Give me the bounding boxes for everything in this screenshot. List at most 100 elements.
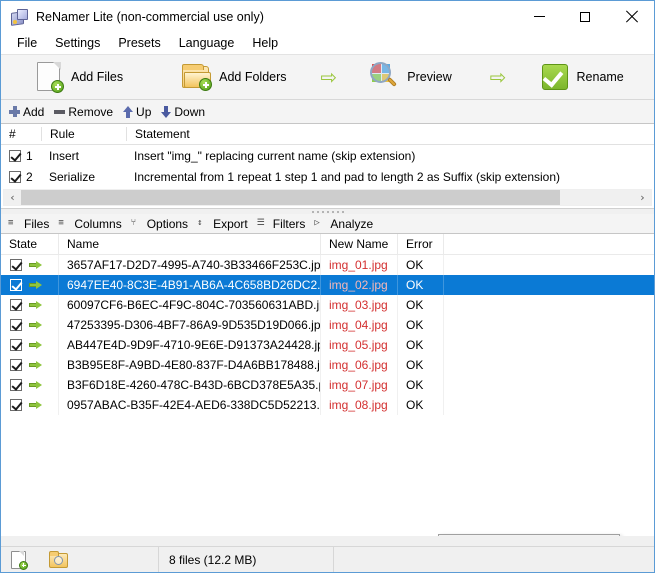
menu-help[interactable]: Help (243, 34, 287, 52)
rules-table-row[interactable]: 1 Insert Insert "img_" replacing current… (1, 145, 654, 166)
table-row[interactable]: 6947EE40-8C3E-4B91-AB6A-4C658BD26DC2.jpe… (1, 275, 654, 295)
rule-enabled-cell: 2 (1, 170, 41, 184)
table-row[interactable]: B3F6D18E-4260-478C-B43D-6BCD378E5A35.png… (1, 375, 654, 395)
title-bar: ReNamer Lite (non-commercial use only) (1, 1, 654, 32)
file-row-filler (444, 315, 654, 335)
preview-label: Preview (407, 70, 452, 84)
file-checkbox[interactable] (10, 379, 22, 391)
add-file-icon[interactable] (11, 550, 28, 570)
table-row[interactable]: B3B95E8F-A9BD-4E80-837F-D4A6BB178488.jpe… (1, 355, 654, 375)
table-row[interactable]: 3657AF17-D2D7-4995-A740-3B33466F253C.jpe… (1, 255, 654, 275)
flow-arrow-2-icon: ⇨ (489, 65, 507, 89)
file-header-error[interactable]: Error (398, 234, 444, 254)
rename-label: Rename (576, 70, 624, 84)
file-new-name: img_06.jpg (321, 355, 398, 375)
context-menu: Analyze Name ab| Edit New Name F2 Shell … (438, 534, 620, 536)
tab-files[interactable]: ≡ Files (6, 217, 56, 231)
rule-up-button[interactable]: Up (121, 105, 159, 119)
table-row[interactable]: 60097CF6-B6EC-4F9C-804C-703560631ABD.jpe… (1, 295, 654, 315)
rename-button[interactable]: Rename (535, 58, 630, 96)
file-new-name: img_08.jpg (321, 395, 398, 415)
options-icon: ⑂ (130, 218, 137, 228)
file-header-name[interactable]: Name (59, 234, 321, 254)
file-checkbox[interactable] (10, 299, 22, 311)
table-row[interactable]: AB447E4D-9D9F-4710-9E6E-D91373A24428.jpe… (1, 335, 654, 355)
rule-up-label: Up (136, 104, 152, 119)
rules-header-statement[interactable]: Statement (126, 127, 654, 141)
menu-language[interactable]: Language (170, 34, 244, 52)
file-header-new-name[interactable]: New Name (321, 234, 398, 254)
minimize-button[interactable] (516, 1, 562, 32)
scroll-right-icon[interactable]: › (634, 190, 651, 205)
scroll-track[interactable] (21, 190, 634, 205)
add-folders-button[interactable]: Add Folders (175, 58, 292, 96)
file-checkbox[interactable] (10, 319, 22, 331)
files-icon: ≡ (8, 218, 14, 228)
rule-number: 2 (26, 169, 33, 184)
file-name: 6947EE40-8C3E-4B91-AB6A-4C658BD26DC2.jpe… (59, 275, 321, 295)
file-row-filler (444, 255, 654, 275)
window-title: ReNamer Lite (non-commercial use only) (36, 9, 264, 24)
file-row-filler (444, 295, 654, 315)
rules-header-rule[interactable]: Rule (41, 127, 126, 141)
rule-down-button[interactable]: Down (159, 105, 213, 119)
maximize-button[interactable] (562, 1, 608, 32)
file-name: 60097CF6-B6EC-4F9C-804C-703560631ABD.jpe… (59, 295, 321, 315)
rename-icon (541, 63, 569, 91)
preview-icon (369, 62, 399, 92)
tab-filters-label: Filters (272, 216, 306, 231)
rename-arrow-icon (29, 300, 43, 310)
app-icon (10, 8, 28, 26)
tab-export[interactable]: ↕ Export (195, 217, 255, 231)
file-checkbox[interactable] (10, 359, 22, 371)
tab-options[interactable]: ⑂ Options (129, 217, 195, 231)
close-button[interactable] (608, 1, 654, 32)
add-folders-icon (181, 64, 213, 91)
menu-presets[interactable]: Presets (109, 34, 169, 52)
file-row-filler (444, 375, 654, 395)
file-checkbox[interactable] (10, 339, 22, 351)
file-error: OK (398, 255, 444, 275)
rule-remove-button[interactable]: Remove (52, 105, 121, 119)
plus-icon (9, 106, 20, 117)
rule-type: Serialize (49, 169, 96, 184)
browse-folder-icon[interactable] (49, 551, 68, 568)
file-new-name: img_04.jpg (321, 315, 398, 335)
rule-statement: Insert "img_" replacing current name (sk… (134, 148, 416, 163)
rules-header-num[interactable]: # (1, 127, 41, 141)
tab-analyze-label: Analyze (330, 216, 374, 231)
close-icon (625, 10, 638, 23)
rule-enabled-cell: 1 (1, 149, 41, 163)
status-icons-cell (1, 547, 159, 572)
filters-icon: ☰ (256, 218, 265, 228)
file-state-cell (1, 295, 59, 315)
file-checkbox[interactable] (10, 259, 22, 271)
rename-arrow-icon (29, 380, 43, 390)
rule-number: 1 (26, 148, 33, 163)
file-new-name: img_01.jpg (321, 255, 398, 275)
preview-button[interactable]: Preview (363, 58, 457, 96)
file-new-name: img_07.jpg (321, 375, 398, 395)
scroll-left-icon[interactable]: ‹ (4, 190, 21, 205)
file-name: B3F6D18E-4260-478C-B43D-6BCD378E5A35.png (59, 375, 321, 395)
table-row[interactable]: 47253395-D306-4BF7-86A9-9D535D19D066.jpe… (1, 315, 654, 335)
rename-arrow-icon (29, 260, 43, 270)
rules-horizontal-scrollbar[interactable]: ‹ › (3, 189, 652, 206)
menu-file[interactable]: File (8, 34, 46, 52)
rule-checkbox[interactable] (9, 149, 21, 162)
rule-add-button[interactable]: Add (7, 105, 52, 119)
file-checkbox[interactable] (10, 279, 22, 291)
add-files-button[interactable]: Add Files (29, 58, 129, 96)
file-header-state[interactable]: State (1, 234, 59, 254)
rules-table-row[interactable]: 2 Serialize Incremental from 1 repeat 1 … (1, 166, 654, 187)
menu-settings[interactable]: Settings (46, 34, 109, 52)
tab-analyze[interactable]: ▷ Analyze (312, 217, 380, 231)
rule-checkbox[interactable] (9, 170, 21, 183)
tab-filters[interactable]: ☰ Filters (255, 217, 313, 231)
tab-columns[interactable]: ≡ Columns (56, 217, 128, 231)
arrow-up-icon (123, 105, 134, 118)
scroll-thumb[interactable] (21, 190, 561, 205)
rule-remove-label: Remove (68, 104, 114, 119)
table-row[interactable]: 0957ABAC-B35F-42E4-AED6-338DC5D52213.png… (1, 395, 654, 415)
file-checkbox[interactable] (10, 399, 22, 411)
